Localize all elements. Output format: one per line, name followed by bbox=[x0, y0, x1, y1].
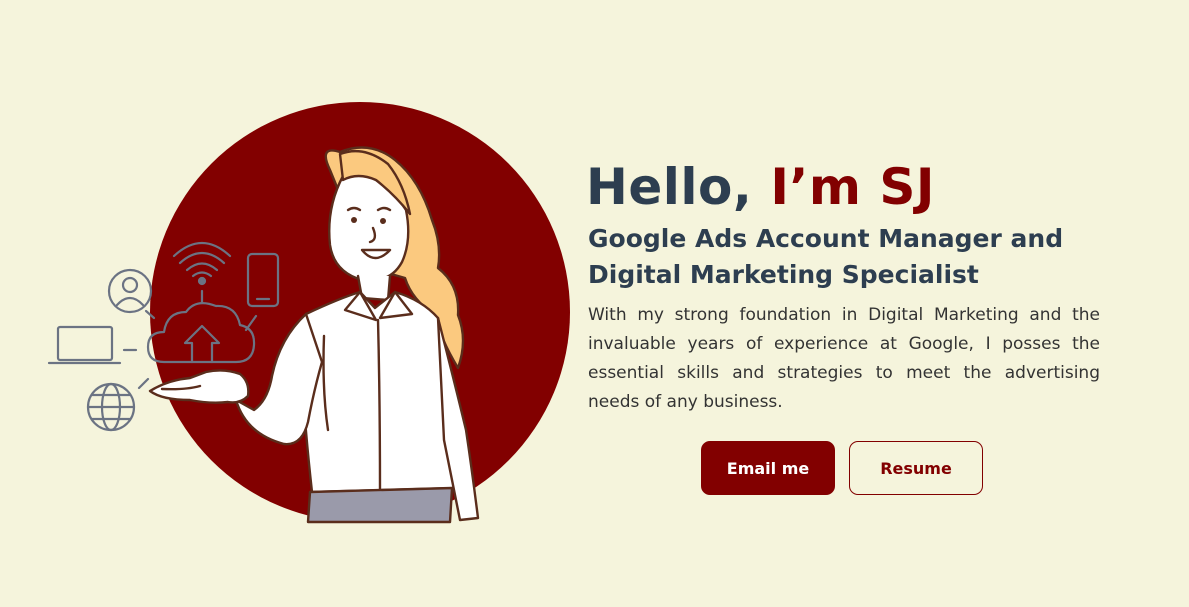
laptop-icon bbox=[47, 325, 138, 365]
greeting-prefix: Hello, bbox=[586, 158, 753, 216]
hero-actions: Email me Resume bbox=[701, 441, 983, 495]
hero-section: Hello, I’m SJ Google Ads Account Manager… bbox=[0, 0, 1189, 607]
role-title: Google Ads Account Manager and Digital M… bbox=[588, 221, 1100, 293]
woman-skirt bbox=[306, 486, 454, 524]
intro-content: Hello, I’m SJ Google Ads Account Manager… bbox=[586, 155, 1100, 417]
resume-button[interactable]: Resume bbox=[849, 441, 983, 495]
role-title-line-2: Digital Marketing Specialist bbox=[588, 260, 979, 289]
greeting-name: I’m SJ bbox=[770, 158, 936, 216]
hero-illustration bbox=[47, 102, 570, 524]
bio-paragraph: With my strong foundation in Digital Mar… bbox=[588, 305, 1100, 412]
globe-icon bbox=[86, 377, 150, 432]
greeting-heading: Hello, I’m SJ bbox=[586, 155, 1100, 219]
user-icon bbox=[107, 268, 153, 314]
email-me-button[interactable]: Email me bbox=[701, 441, 835, 495]
role-title-line-1: Google Ads Account Manager and bbox=[588, 224, 1064, 253]
